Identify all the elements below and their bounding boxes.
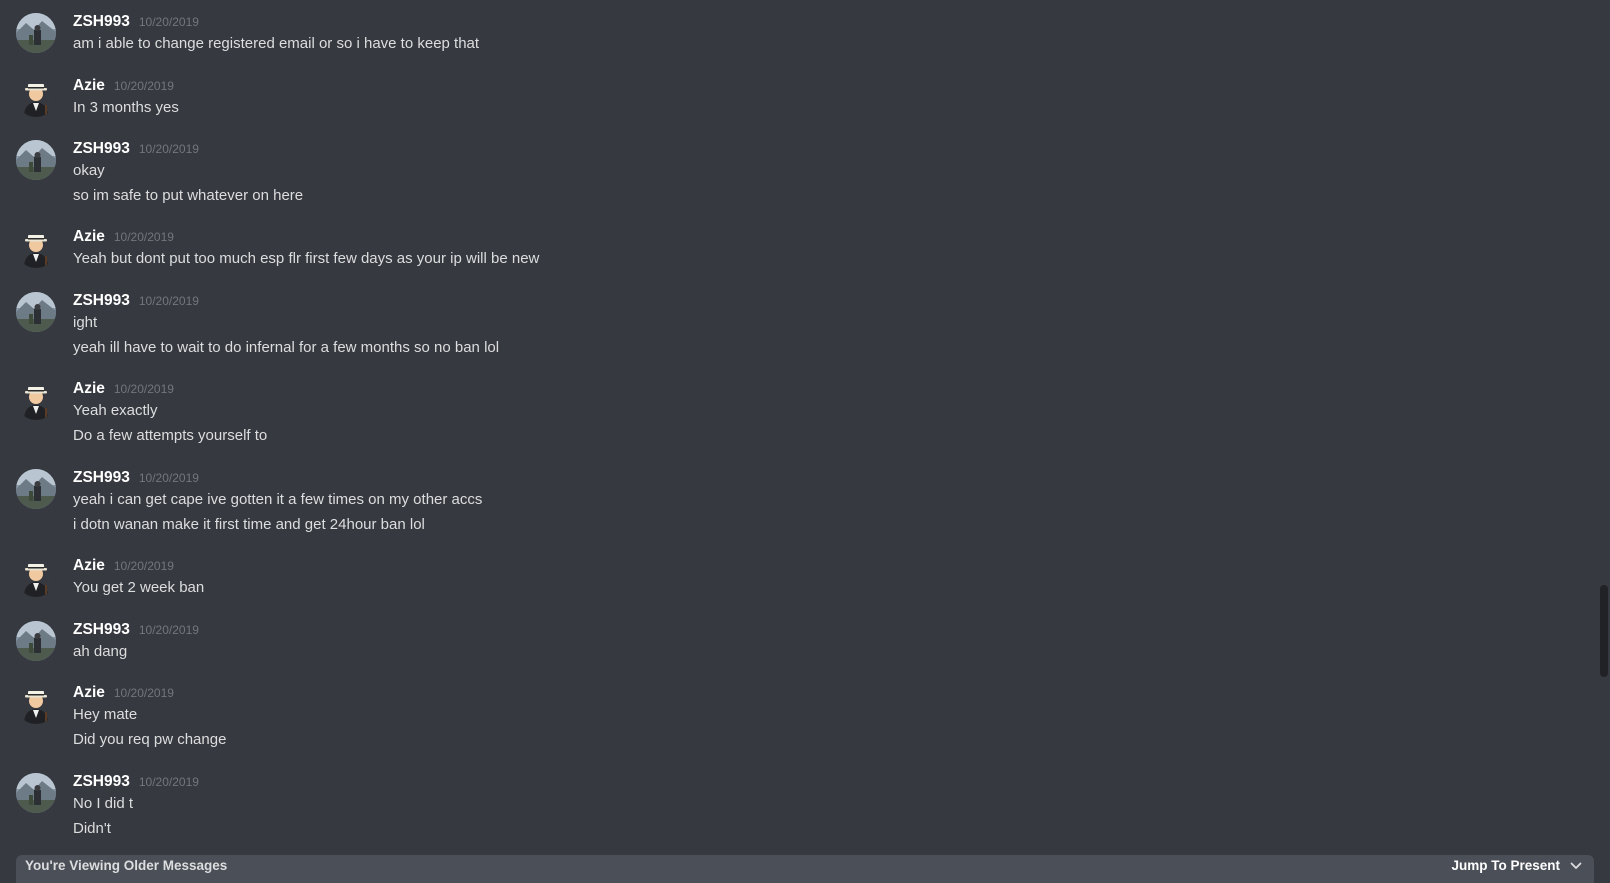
- message-text: Hey mate: [73, 706, 138, 723]
- timestamp: 10/20/2019: [138, 294, 199, 308]
- message-group: ZSH993 10/20/2019 am i able to change regi…: [0, 12, 1596, 54]
- message-group: Azie 10/20/2019 In 3 months yes: [0, 76, 1596, 118]
- message-header: ZSH993 10/20/2019: [73, 12, 1596, 32]
- message-header: ZSH993 10/20/2019: [73, 468, 1596, 488]
- timestamp: 10/20/2019: [138, 142, 199, 156]
- chevron-down-icon: [1570, 862, 1582, 870]
- message-text: ah dang: [73, 643, 128, 660]
- message-text: so im safe to put whatever on here: [73, 187, 304, 204]
- message-header: Azie 10/20/2019: [73, 556, 1596, 576]
- message-group: Azie 10/20/2019 Yeah but dont put too much…: [0, 227, 1596, 269]
- username[interactable]: Azie: [73, 76, 105, 96]
- message-text: Did you req pw change: [73, 731, 227, 748]
- message-group: ZSH993 10/20/2019 okay so im safe to put wh…: [0, 139, 1596, 206]
- zsh993-avatar[interactable]: [16, 469, 56, 509]
- chat-view: ZSH993 10/20/2019 am i able to change regi…: [0, 0, 1610, 883]
- scrollbar-thumb[interactable]: [1600, 585, 1608, 677]
- message-header: Azie 10/20/2019: [73, 76, 1596, 96]
- timestamp: 10/20/2019: [113, 559, 174, 573]
- jump-to-present-button[interactable]: Jump To Present: [1451, 855, 1582, 877]
- message-header: Azie 10/20/2019: [73, 227, 1596, 247]
- zsh993-avatar[interactable]: [16, 621, 56, 661]
- azie-avatar[interactable]: [16, 684, 56, 724]
- jump-to-present-label: Jump To Present: [1451, 858, 1560, 873]
- zsh993-avatar[interactable]: [16, 773, 56, 813]
- message-group: Azie 10/20/2019 Hey mate Did you req pw cha…: [0, 683, 1596, 750]
- message-text: No I did t: [73, 795, 134, 812]
- username[interactable]: ZSH993: [73, 620, 130, 640]
- message-group: Azie 10/20/2019 Yeah exactly Do a few attem…: [0, 379, 1596, 446]
- azie-avatar[interactable]: [16, 380, 56, 420]
- message-text: You get 2 week ban: [73, 579, 205, 596]
- message-text: Do a few attempts yourself to: [73, 427, 268, 444]
- azie-avatar[interactable]: [16, 228, 56, 268]
- username[interactable]: ZSH993: [73, 139, 130, 159]
- timestamp: 10/20/2019: [138, 15, 199, 29]
- message-text: am i able to change registered email or …: [73, 35, 480, 52]
- timestamp: 10/20/2019: [138, 623, 199, 637]
- message-text: Yeah but dont put too much esp flr first…: [73, 250, 540, 267]
- message-text: i dotn wanan make it first time and get …: [73, 516, 425, 533]
- zsh993-avatar[interactable]: [16, 13, 56, 53]
- message-text: yeah ill have to wait to do infernal for…: [73, 339, 500, 356]
- timestamp: 10/20/2019: [138, 471, 199, 485]
- message-text: Didn't: [73, 820, 111, 837]
- timestamp: 10/20/2019: [113, 79, 174, 93]
- zsh993-avatar[interactable]: [16, 292, 56, 332]
- message-header: ZSH993 10/20/2019: [73, 139, 1596, 159]
- message-group: Azie 10/20/2019 You get 2 week ban: [0, 556, 1596, 598]
- message-text: In 3 months yes: [73, 99, 179, 116]
- username[interactable]: ZSH993: [73, 12, 130, 32]
- message-list[interactable]: ZSH993 10/20/2019 am i able to change regi…: [0, 0, 1596, 883]
- username[interactable]: ZSH993: [73, 772, 130, 792]
- message-group: ZSH993 10/20/2019 yeah i can get cape ive …: [0, 468, 1596, 535]
- scrollbar-track[interactable]: [1600, 0, 1608, 883]
- message-header: Azie 10/20/2019: [73, 683, 1596, 703]
- message-header: ZSH993 10/20/2019: [73, 620, 1596, 640]
- timestamp: 10/20/2019: [138, 775, 199, 789]
- message-text: Yeah exactly: [73, 402, 158, 419]
- message-group: ZSH993 10/20/2019 ah dang: [0, 620, 1596, 662]
- username[interactable]: Azie: [73, 379, 105, 399]
- username[interactable]: Azie: [73, 227, 105, 247]
- message-header: Azie 10/20/2019: [73, 379, 1596, 399]
- message-group: ZSH993 10/20/2019 ight yeah ill have to wai…: [0, 291, 1596, 358]
- message-text: yeah i can get cape ive gotten it a few …: [73, 491, 483, 508]
- older-messages-label: You're Viewing Older Messages: [25, 858, 228, 873]
- message-header: ZSH993 10/20/2019: [73, 772, 1596, 792]
- username[interactable]: ZSH993: [73, 468, 130, 488]
- username[interactable]: Azie: [73, 556, 105, 576]
- username[interactable]: ZSH993: [73, 291, 130, 311]
- older-messages-bar: You're Viewing Older Messages Jump To Pr…: [16, 855, 1594, 883]
- zsh993-avatar[interactable]: [16, 140, 56, 180]
- message-header: ZSH993 10/20/2019: [73, 291, 1596, 311]
- username[interactable]: Azie: [73, 683, 105, 703]
- message-group: ZSH993 10/20/2019 No I did t Didn't: [0, 772, 1596, 839]
- message-text: ight: [73, 314, 98, 331]
- azie-avatar[interactable]: [16, 77, 56, 117]
- timestamp: 10/20/2019: [113, 382, 174, 396]
- message-text: okay: [73, 162, 105, 179]
- timestamp: 10/20/2019: [113, 230, 174, 244]
- timestamp: 10/20/2019: [113, 686, 174, 700]
- azie-avatar[interactable]: [16, 557, 56, 597]
